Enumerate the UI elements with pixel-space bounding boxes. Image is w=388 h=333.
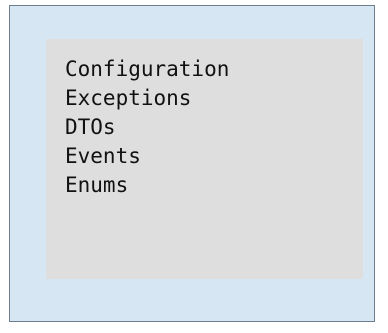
- package-item-dtos: DTOs: [65, 115, 116, 139]
- package-item-configuration: Configuration: [65, 57, 230, 81]
- package-contents-box: Configuration Exceptions DTOs Events Enu…: [46, 39, 363, 279]
- package-frame: Configuration Exceptions DTOs Events Enu…: [9, 5, 375, 322]
- package-item-enums: Enums: [65, 173, 129, 197]
- package-item-exceptions: Exceptions: [65, 86, 192, 110]
- package-item-events: Events: [65, 144, 141, 168]
- package-item-list: Configuration Exceptions DTOs Events Enu…: [65, 55, 229, 200]
